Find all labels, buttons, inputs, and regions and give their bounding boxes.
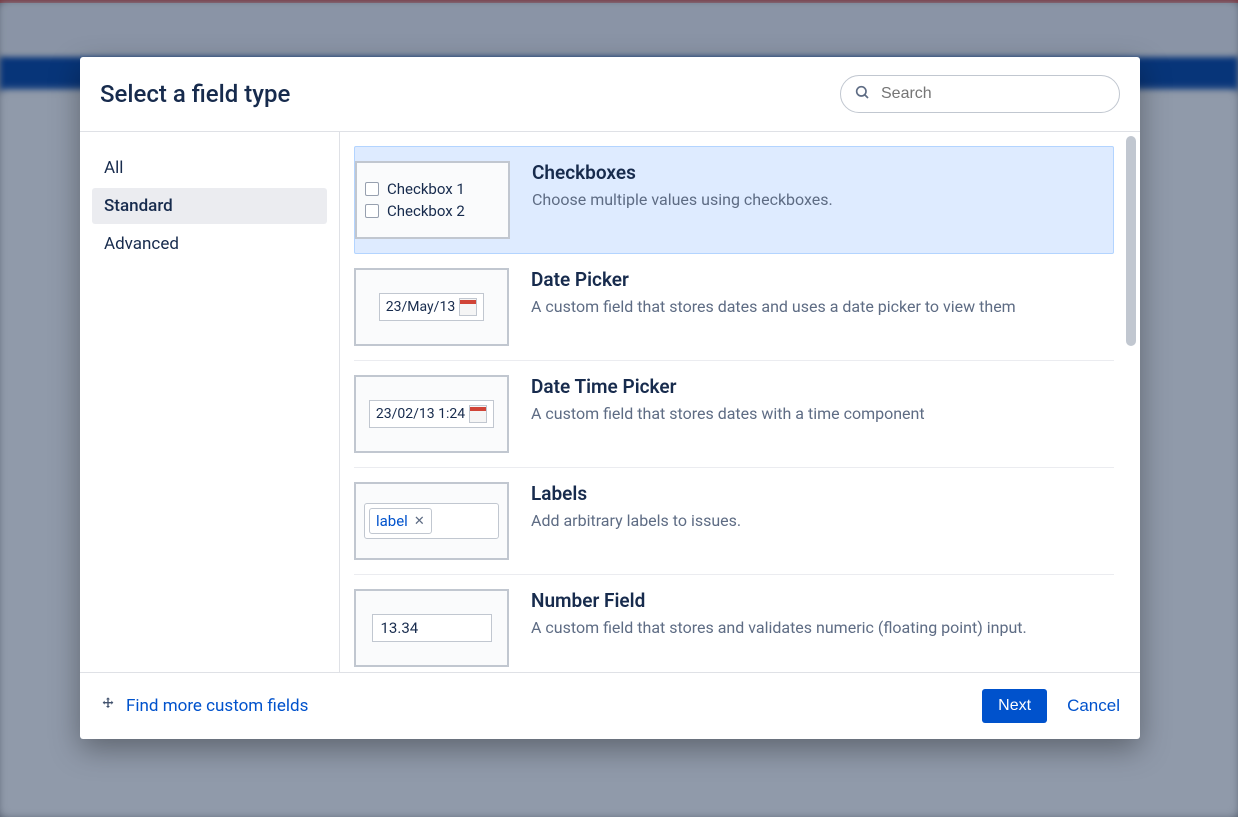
thumb-datetime: 23/02/13 1:24 [354, 375, 509, 453]
label-chip: label ✕ [369, 508, 432, 534]
plugin-icon [100, 695, 116, 718]
field-title: Number Field [531, 589, 1027, 612]
sidebar-item-label: Advanced [104, 234, 179, 254]
field-type-date-picker[interactable]: 23/May/13 Date Picker A custom field tha… [354, 254, 1114, 361]
search-icon [854, 84, 870, 104]
sidebar-item-standard[interactable]: Standard [92, 188, 327, 224]
checkbox-icon [365, 182, 379, 196]
field-type-content: Checkbox 1 Checkbox 2 Checkboxes Choose … [340, 132, 1140, 672]
find-more-label: Find more custom fields [126, 696, 308, 716]
modal-header: Select a field type [80, 57, 1140, 132]
field-description: Choose multiple values using checkboxes. [532, 188, 833, 211]
sidebar-item-advanced[interactable]: Advanced [92, 226, 327, 262]
thumb-checkboxes: Checkbox 1 Checkbox 2 [355, 161, 510, 239]
field-title: Date Time Picker [531, 375, 925, 398]
sidebar: All Standard Advanced [80, 132, 340, 672]
field-title: Checkboxes [532, 161, 833, 184]
field-type-labels[interactable]: label ✕ Labels Add arbitrary labels to i… [354, 468, 1114, 575]
calendar-icon [469, 405, 487, 423]
sidebar-item-label: Standard [104, 196, 173, 216]
field-description: A custom field that stores and validates… [531, 616, 1027, 639]
thumb-text: Checkbox 2 [387, 202, 465, 220]
remove-icon: ✕ [414, 514, 425, 529]
scroll-thumb[interactable] [1126, 136, 1136, 346]
field-type-number[interactable]: 13.34 Number Field A custom field that s… [354, 575, 1114, 672]
field-type-checkboxes[interactable]: Checkbox 1 Checkbox 2 Checkboxes Choose … [354, 146, 1114, 254]
field-description: A custom field that stores dates and use… [531, 295, 1016, 318]
modal-footer: Find more custom fields Next Cancel [80, 672, 1140, 739]
select-field-type-modal: Select a field type All Standard Advance… [80, 57, 1140, 739]
field-description: A custom field that stores dates with a … [531, 402, 925, 425]
field-title: Labels [531, 482, 741, 505]
cancel-button[interactable]: Cancel [1067, 696, 1120, 716]
field-type-list[interactable]: Checkbox 1 Checkbox 2 Checkboxes Choose … [354, 146, 1140, 672]
field-type-date-time-picker[interactable]: 23/02/13 1:24 Date Time Picker A custom … [354, 361, 1114, 468]
calendar-icon [459, 298, 477, 316]
checkbox-icon [365, 204, 379, 218]
modal-title: Select a field type [100, 80, 290, 108]
find-more-custom-fields-link[interactable]: Find more custom fields [100, 695, 308, 718]
field-title: Date Picker [531, 268, 1016, 291]
sidebar-item-all[interactable]: All [92, 150, 327, 186]
thumb-number: 13.34 [354, 589, 509, 667]
thumb-text: label [376, 512, 408, 530]
field-description: Add arbitrary labels to issues. [531, 509, 741, 532]
thumb-text: 23/May/13 [386, 299, 455, 315]
scrollbar[interactable] [1126, 136, 1136, 668]
next-button[interactable]: Next [982, 689, 1047, 723]
search-input[interactable] [840, 75, 1120, 113]
thumb-text: Checkbox 1 [387, 180, 465, 198]
thumb-date: 23/May/13 [354, 268, 509, 346]
thumb-labels: label ✕ [354, 482, 509, 560]
search-wrap [840, 75, 1120, 113]
thumb-text: 13.34 [381, 619, 419, 637]
sidebar-item-label: All [104, 158, 123, 178]
thumb-text: 23/02/13 1:24 [376, 406, 465, 422]
